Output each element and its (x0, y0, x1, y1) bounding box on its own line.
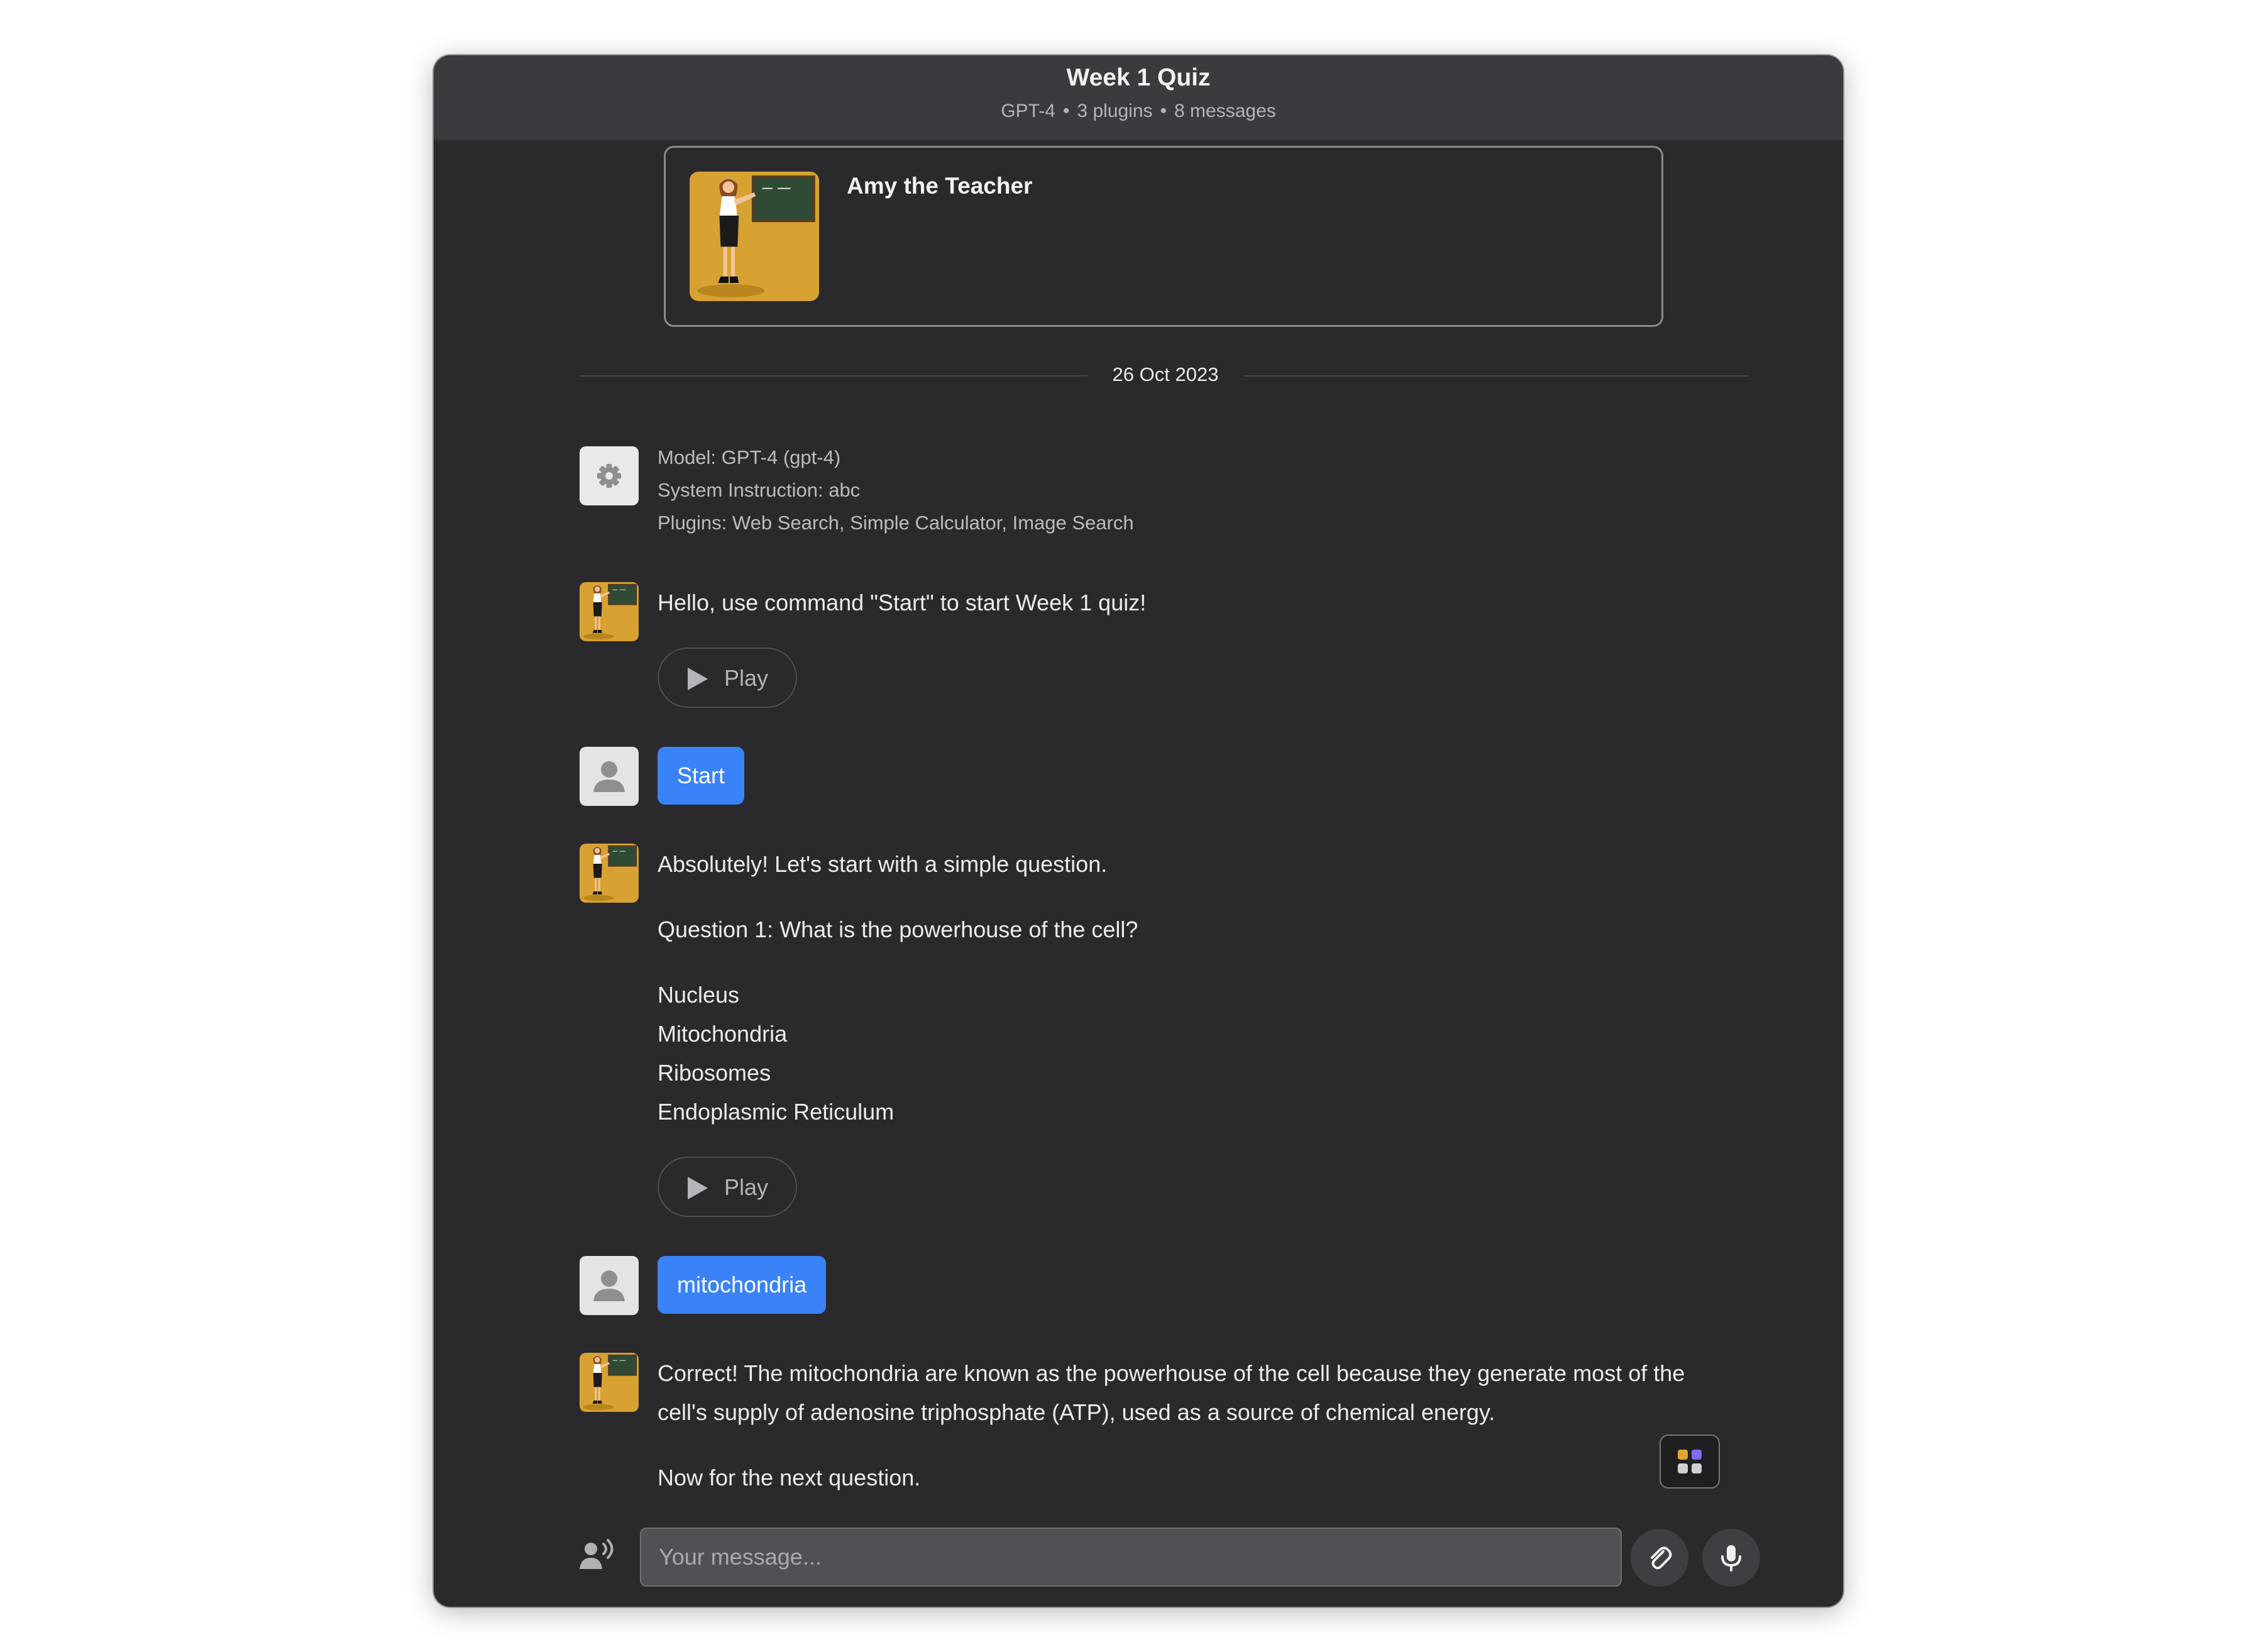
user-avatar-icon (580, 747, 639, 806)
messages-count: 8 messages (1174, 101, 1276, 121)
plugins-count: 3 plugins (1077, 101, 1153, 121)
separator-dot: • (1062, 101, 1070, 121)
separator-dot: • (1160, 101, 1167, 121)
play-button[interactable]: Play (658, 1157, 797, 1217)
gear-icon (580, 446, 639, 505)
assistant-message-text: Absolutely! Let's start with a simple qu… (658, 851, 1108, 877)
persona-card[interactable]: Amy the Teacher (664, 146, 1663, 327)
chat-window: Week 1 Quiz GPT-4 • 3 plugins • 8 messages A… (434, 55, 1843, 1607)
answer-option: Mitochondria (658, 1021, 788, 1047)
persona-name: Amy the Teacher (847, 173, 1033, 199)
play-icon (688, 1177, 708, 1199)
play-icon (688, 668, 708, 690)
answer-option: Nucleus (658, 982, 740, 1008)
message-input[interactable] (640, 1528, 1622, 1587)
divider-line (580, 375, 1087, 377)
teacher-avatar-icon (690, 172, 819, 301)
teacher-avatar-icon (580, 844, 639, 903)
paperclip-icon (1651, 1546, 1672, 1570)
teacher-avatar-icon (580, 1353, 639, 1412)
chat-subtitle: GPT-4 • 3 plugins • 8 messages (434, 101, 1843, 122)
user-message-bubble: mitochondria (658, 1256, 827, 1314)
user-message-bubble: Start (658, 747, 745, 805)
divider-line (1243, 375, 1749, 377)
voice-speaking-icon[interactable] (577, 1535, 617, 1578)
system-line-instruction: System Instruction: abc (658, 479, 861, 501)
answer-option: Ribosomes (658, 1060, 771, 1086)
assistant-message-text: Correct! The mitochondria are known as t… (658, 1360, 1685, 1386)
assistant-message-text: Question 1: What is the powerhouse of th… (658, 917, 1138, 942)
apps-grid-button[interactable] (1660, 1434, 1720, 1489)
answer-option: Endoplasmic Reticulum (658, 1099, 895, 1125)
date-label: 26 Oct 2023 (1112, 363, 1219, 385)
assistant-message-text: cell's supply of adenosine triphosphate … (658, 1399, 1495, 1425)
attach-button[interactable] (1631, 1529, 1688, 1587)
assistant-message-text: Hello, use command "Start" to start Week… (658, 590, 1147, 615)
chat-header: Week 1 Quiz GPT-4 • 3 plugins • 8 messages (434, 55, 1843, 141)
date-divider: 26 Oct 2023 (580, 363, 1749, 388)
play-label: Play (724, 665, 769, 691)
assistant-message-text: Now for the next question. (658, 1465, 921, 1490)
microphone-icon (1721, 1545, 1741, 1572)
apps-grid-icon (1678, 1450, 1702, 1473)
system-line-plugins: Plugins: Web Search, Simple Calculator, … (658, 512, 1134, 534)
system-line-model: Model: GPT-4 (gpt-4) (658, 446, 841, 468)
play-button[interactable]: Play (658, 647, 797, 708)
model-label: GPT-4 (1001, 101, 1055, 121)
chat-title: Week 1 Quiz (1066, 64, 1211, 91)
teacher-avatar-icon (580, 582, 639, 641)
microphone-button[interactable] (1702, 1529, 1760, 1587)
play-label: Play (724, 1174, 769, 1200)
user-avatar-icon (580, 1256, 639, 1315)
